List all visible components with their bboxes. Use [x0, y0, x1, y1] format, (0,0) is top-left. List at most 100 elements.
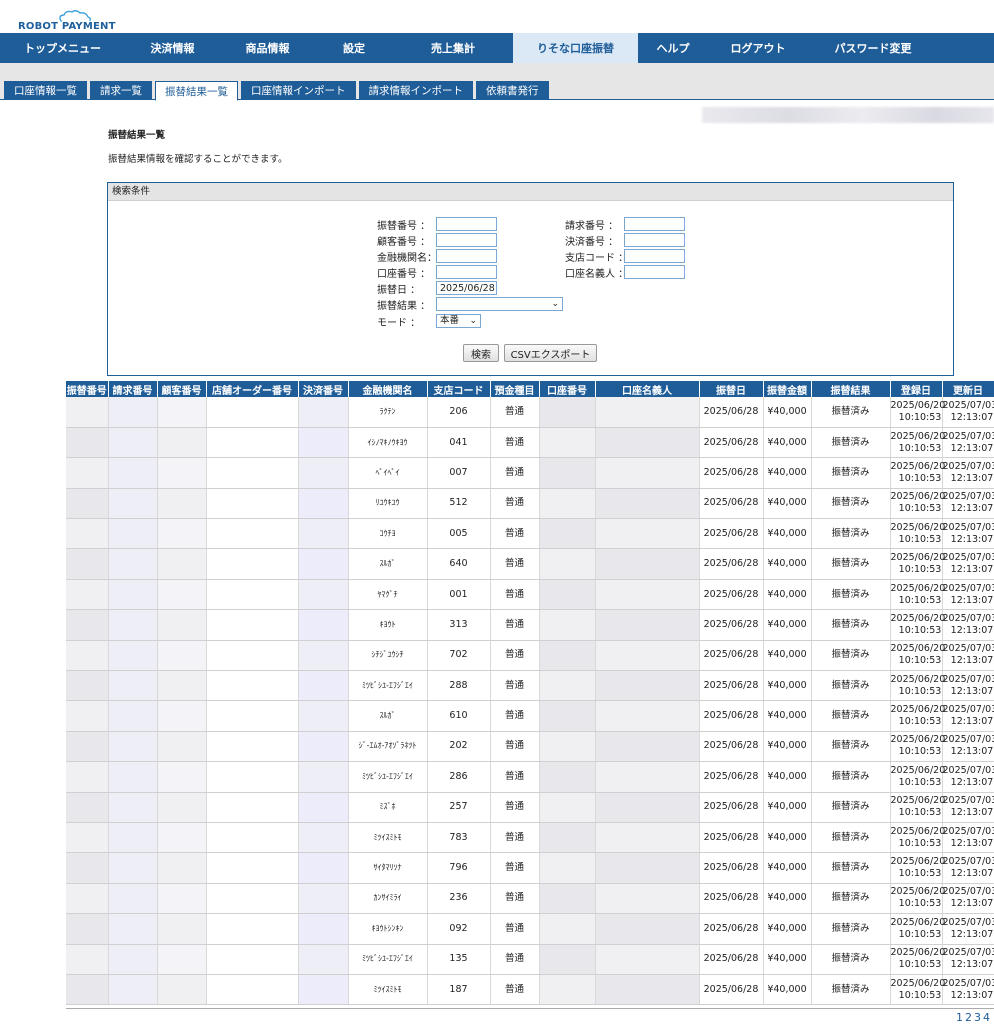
table-row[interactable]: ﾗｸﾃﾝ 206 普通 2025/06/28 ¥40,000 振替済み 2025/06/20…: [66, 397, 994, 428]
nav-item[interactable]: 売上集計: [393, 33, 513, 63]
column-header[interactable]: 振替結果: [811, 381, 891, 397]
table-row[interactable]: ﾍﾟｲﾍﾟｲ 007 普通 2025/06/28 ¥40,000 振替済み 2025/06/…: [66, 457, 994, 489]
sub-tab[interactable]: 依頼書発行: [476, 81, 549, 100]
table-row[interactable]: ｼﾁｼﾞﾕｳｼﾁ 702 普通 2025/06/28 ¥40,000 振替済み 2025/0…: [66, 640, 994, 672]
column-header[interactable]: 振替番号: [66, 381, 109, 397]
transfer-result-select[interactable]: ⌄: [436, 297, 563, 311]
redacted-customer-no: [157, 518, 207, 550]
column-header[interactable]: 請求番号: [108, 381, 158, 397]
table-row[interactable]: ｶﾝｻｲﾐﾗｲ 236 普通 2025/06/28 ¥40,000 振替済み 2025/06…: [66, 883, 994, 915]
table-row[interactable]: ﾔﾏｸﾞﾁ 001 普通 2025/06/28 ¥40,000 振替済み 2025/06/2…: [66, 579, 994, 611]
redacted-account-no: [539, 883, 596, 915]
updated-time: 12:13:07: [950, 716, 994, 728]
page-link[interactable]: 2: [965, 1011, 974, 1024]
column-header[interactable]: 顧客番号: [157, 381, 207, 397]
updated-date: 2025/07/03: [942, 521, 994, 533]
bank-name-input[interactable]: [436, 249, 497, 263]
invoice-no-input[interactable]: [624, 217, 685, 231]
store-order-no-cell: [206, 488, 299, 520]
redacted-account-no: [539, 488, 596, 520]
robot-payment-logo[interactable]: ROBOT PAYMENT: [18, 8, 115, 32]
store-order-no-cell: [206, 609, 299, 641]
sub-tab[interactable]: 口座情報一覧: [4, 81, 87, 100]
table-row[interactable]: ﾐﾂﾋﾞｼﾕ-ｴﾌｼﾞｴｲ 286 普通 2025/06/28 ¥40,000 振替済み 2…: [66, 761, 994, 793]
sub-tab[interactable]: 振替結果一覧: [155, 81, 238, 101]
account-holder-input[interactable]: [624, 265, 685, 279]
nav-item[interactable]: トップメニュー: [0, 33, 125, 63]
column-header[interactable]: 金融機関名: [348, 381, 428, 397]
store-order-no-cell: [206, 822, 299, 854]
column-header[interactable]: 振替日: [699, 381, 764, 397]
table-row[interactable]: ｺｳﾁﾖ 005 普通 2025/06/28 ¥40,000 振替済み 2025/06/20…: [66, 518, 994, 550]
branch-code-input[interactable]: [624, 249, 685, 263]
transfer-date-cell: 2025/06/28: [699, 670, 764, 702]
column-header[interactable]: 振替金額: [763, 381, 812, 397]
column-header[interactable]: 登録日: [890, 381, 943, 397]
redacted-transfer-no: [66, 700, 109, 732]
bank-name-cell: ﾔﾏｸﾞﾁ: [348, 579, 428, 611]
sub-tab[interactable]: 請求一覧: [90, 81, 152, 100]
bank-name-cell: ﾐﾂｲｽﾐﾄﾓ: [348, 974, 428, 1006]
column-header[interactable]: 預金種目: [490, 381, 540, 397]
page-link[interactable]: 3: [974, 1011, 983, 1024]
page-link[interactable]: 1: [956, 1011, 965, 1024]
transfer-amount-cell: ¥40,000: [763, 609, 812, 641]
table-row[interactable]: ｻｲﾀﾏﾘｿﾅ 796 普通 2025/06/28 ¥40,000 振替済み 2025/06…: [66, 852, 994, 884]
nav-item[interactable]: ログアウト: [708, 33, 808, 63]
search-button[interactable]: 検索: [463, 344, 499, 362]
nav-item[interactable]: パスワード変更: [808, 33, 938, 63]
column-header[interactable]: 更新日: [942, 381, 994, 397]
page-link[interactable]: 4: [983, 1011, 992, 1024]
payment-no-input[interactable]: [624, 233, 685, 247]
registered-time: 10:10:53: [898, 898, 942, 910]
table-row[interactable]: ﾐﾂｲｽﾐﾄﾓ 783 普通 2025/06/28 ¥40,000 振替済み 2025/06…: [66, 822, 994, 854]
branch-code-cell: 187: [427, 974, 491, 1006]
column-header[interactable]: 口座名義人: [595, 381, 700, 397]
column-header[interactable]: 決済番号: [298, 381, 349, 397]
column-header[interactable]: 店舗オーダー番号: [206, 381, 299, 397]
transfer-result-cell: 振替済み: [811, 670, 891, 702]
redacted-transfer-no: [66, 731, 109, 763]
transfer-date-input[interactable]: [436, 281, 497, 295]
csv-export-button[interactable]: CSVエクスポート: [504, 344, 597, 362]
table-row[interactable]: ｽﾙｶﾞ 640 普通 2025/06/28 ¥40,000 振替済み 2025/06/20…: [66, 548, 994, 580]
table-row[interactable]: ｷﾖｳﾄｼﾝｷﾝ 092 普通 2025/06/28 ¥40,000 振替済み 2025/0…: [66, 913, 994, 945]
updated-date: 2025/07/03: [942, 460, 994, 472]
nav-item[interactable]: ヘルプ: [638, 33, 708, 63]
transfer-date-cell: 2025/06/28: [699, 731, 764, 763]
nav-item[interactable]: 決済情報: [125, 33, 220, 63]
table-row[interactable]: ﾐｽﾞﾎ 257 普通 2025/06/28 ¥40,000 振替済み 2025/06/20…: [66, 792, 994, 823]
column-header[interactable]: 支店コード: [427, 381, 491, 397]
table-row[interactable]: ﾘﾕｳｷﾕｳ 512 普通 2025/06/28 ¥40,000 振替済み 2025/06/…: [66, 488, 994, 520]
redacted-invoice-no: [108, 944, 158, 975]
nav-item[interactable]: 商品情報: [220, 33, 315, 63]
customer-no-input[interactable]: [436, 233, 497, 247]
redacted-transfer-no: [66, 883, 109, 915]
mode-select[interactable]: 本番 ⌄: [436, 314, 481, 328]
redacted-invoice-no: [108, 670, 158, 702]
deposit-type-cell: 普通: [490, 427, 540, 459]
table-row[interactable]: ｷﾖｳﾄ 313 普通 2025/06/28 ¥40,000 振替済み 2025/06/20…: [66, 609, 994, 641]
redacted-payment-no: [298, 974, 349, 1006]
transfer-amount-cell: ¥40,000: [763, 397, 812, 428]
nav-item[interactable]: 設定: [315, 33, 393, 63]
deposit-type-cell: 普通: [490, 457, 540, 489]
updated-date-cell: 2025/07/03 12:13:07: [942, 579, 994, 611]
table-row[interactable]: ｽﾙｶﾞ 610 普通 2025/06/28 ¥40,000 振替済み 2025/06/20…: [66, 700, 994, 732]
table-row[interactable]: ﾐﾂﾋﾞｼﾕ-ｴﾌｼﾞｴｲ 288 普通 2025/06/28 ¥40,000 振替済み 2…: [66, 670, 994, 702]
table-row[interactable]: ﾐﾂﾋﾞｼﾕ-ｴﾌｼﾞｴｲ 135 普通 2025/06/28 ¥40,000 振替済み 2…: [66, 944, 994, 975]
nav-item[interactable]: りそな口座振替: [513, 33, 638, 63]
redacted-customer-no: [157, 397, 207, 428]
column-header[interactable]: 口座番号: [539, 381, 596, 397]
account-no-input[interactable]: [436, 265, 497, 279]
deposit-type-cell: 普通: [490, 944, 540, 975]
transfer-no-input[interactable]: [436, 217, 497, 231]
sub-tab[interactable]: 口座情報インポート: [241, 81, 356, 100]
table-row[interactable]: ﾐﾂｲｽﾐﾄﾓ 187 普通 2025/06/28 ¥40,000 振替済み 2025/06…: [66, 974, 994, 1006]
redacted-transfer-no: [66, 609, 109, 641]
table-row[interactable]: ｼﾞ-ｴﾑｵ-ｱｵｿﾞﾗﾈﾂﾄ 202 普通 2025/06/28 ¥40,000 振替済…: [66, 731, 994, 763]
bank-name-cell: ﾐﾂﾋﾞｼﾕ-ｴﾌｼﾞｴｲ: [348, 761, 428, 793]
sub-tab[interactable]: 請求情報インポート: [358, 81, 473, 100]
table-row[interactable]: ｲｼﾉﾏｷﾉｳｷﾖｳ 041 普通 2025/06/28 ¥40,000 振替済み 2025…: [66, 427, 994, 459]
redacted-transfer-no: [66, 913, 109, 945]
